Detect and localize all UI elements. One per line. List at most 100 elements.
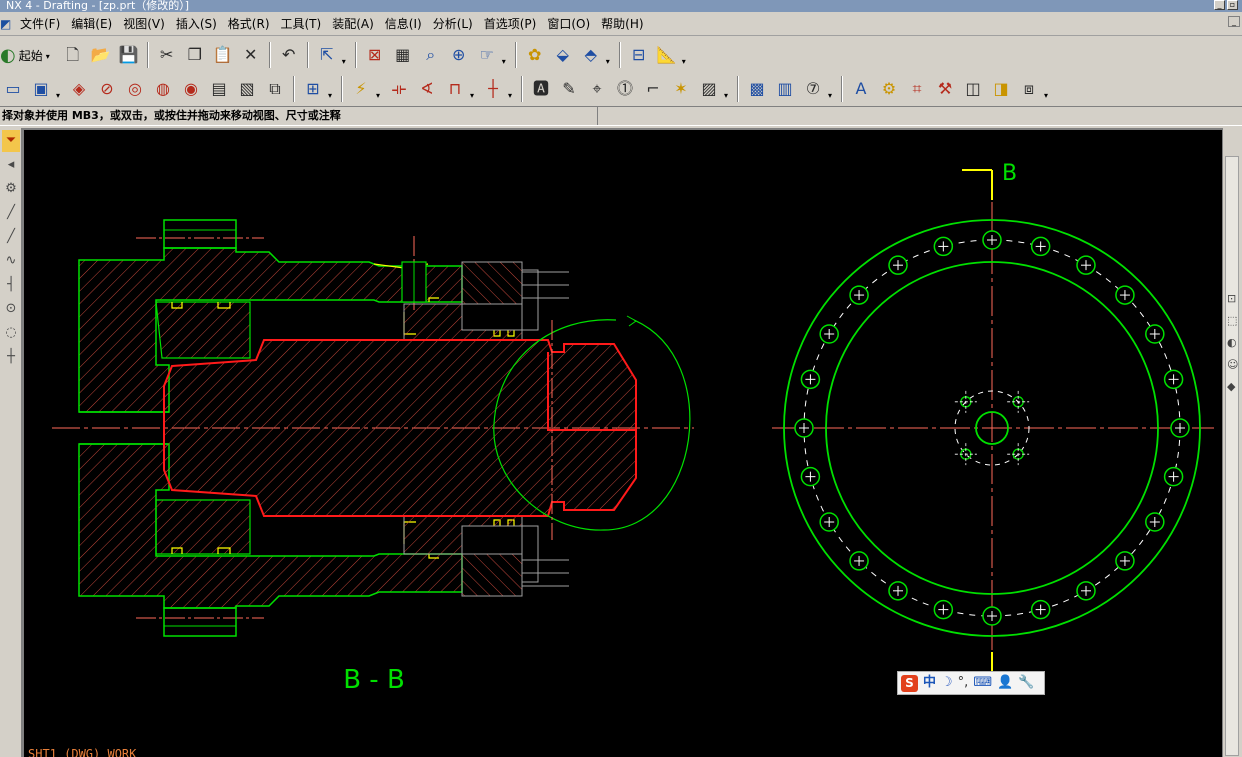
weld-symbol-icon[interactable]: ⌐ (640, 76, 666, 102)
text-style-icon[interactable]: A (848, 76, 874, 102)
menu-analysis[interactable]: 分析(L) (429, 13, 480, 35)
filter-tool-icon[interactable]: ⏷ (2, 130, 20, 152)
view-boundary-icon[interactable]: ⊞ (300, 76, 326, 102)
menu-tools[interactable]: 工具(T) (277, 13, 329, 35)
menu-file[interactable]: 文件(F) (16, 13, 67, 35)
chevron-down-icon[interactable]: ▾ (328, 91, 336, 100)
detail-view-icon[interactable]: ◎ (122, 76, 148, 102)
keyboard-icon[interactable]: ⌨ (973, 674, 992, 692)
menu-preferences[interactable]: 首选项(P) (480, 13, 544, 35)
menu-help[interactable]: 帮助(H) (597, 13, 650, 35)
parts-list-icon[interactable]: ⑦ (800, 76, 826, 102)
annotation-text-icon[interactable]: 🅰 (528, 76, 554, 102)
pan-icon[interactable]: ☞ (474, 42, 500, 68)
centerline-icon[interactable]: ┼ (480, 76, 506, 102)
ime-logo-icon[interactable]: S (901, 674, 918, 692)
roles-icon[interactable]: ⬚ (1227, 310, 1238, 332)
view-3d-icon[interactable]: ◫ (960, 76, 986, 102)
drawing-sheet[interactable]: B - B B (24, 130, 1222, 757)
auto-dimension-icon[interactable]: ⚡ (348, 76, 374, 102)
ime-punctuation-icon[interactable]: °, (958, 674, 969, 692)
menu-edit[interactable]: 编辑(E) (67, 13, 119, 35)
history-icon[interactable]: ⊡ (1227, 288, 1238, 310)
chevron-down-icon[interactable]: ▾ (508, 91, 516, 100)
minimize-icon[interactable]: _ (1214, 0, 1225, 10)
copy-icon[interactable]: ❐ (182, 42, 208, 68)
vertical-scrollbar[interactable] (1225, 156, 1239, 756)
menu-view[interactable]: 视图(V) (119, 13, 172, 35)
revolved-section-icon[interactable]: ▤ (206, 76, 232, 102)
layer-visibility-icon[interactable]: ⬘ (578, 42, 604, 68)
tabular-note-icon[interactable]: ▥ (772, 76, 798, 102)
zoom-in-out-icon[interactable]: ⊕ (446, 42, 472, 68)
cut-icon[interactable]: ✂ (154, 42, 180, 68)
color-palette-icon[interactable]: ✿ (522, 42, 548, 68)
point-tool-icon[interactable]: ┤ (2, 274, 20, 296)
break-view-icon[interactable]: ▧ (234, 76, 260, 102)
graphics-window[interactable]: B - B B SHT1 (DWG) WORK S 中 ☽ °, ⌨ 👤 🔧 (22, 128, 1222, 757)
chevron-down-icon[interactable]: ▾ (342, 57, 350, 66)
cross-tool-icon[interactable]: ┼ (2, 346, 20, 368)
line-tool-icon[interactable]: ╱ (2, 226, 20, 248)
arrow-left-icon[interactable]: ◂ (2, 154, 20, 176)
layer-settings-icon[interactable]: ⬙ (550, 42, 576, 68)
measure-angle-icon[interactable]: 📐 (654, 42, 680, 68)
selection-filter-icon[interactable]: ⇱ (314, 42, 340, 68)
arc-tool-icon[interactable]: ◌ (2, 322, 20, 344)
zoom-window-icon[interactable]: ▦ (390, 42, 416, 68)
angular-dim-icon[interactable]: ∢ (414, 76, 440, 102)
crosshatch-icon[interactable]: ▩ (744, 76, 770, 102)
ime-halfwidth-icon[interactable]: ☽ (941, 674, 953, 692)
doc-minimize-icon[interactable]: _ (1228, 16, 1240, 27)
chevron-down-icon[interactable]: ▾ (56, 91, 64, 100)
end-view-b[interactable]: B (772, 161, 1214, 672)
new-sheet-icon[interactable]: ▭ (0, 76, 26, 102)
chevron-down-icon[interactable]: ▾ (682, 57, 690, 66)
chevron-down-icon[interactable]: ▾ (828, 91, 836, 100)
nx-app-icon[interactable]: ◩ (0, 17, 14, 31)
display-sheet-icon[interactable]: ▣ (28, 76, 54, 102)
spline-tool-icon[interactable]: ∿ (2, 250, 20, 272)
chevron-down-icon[interactable]: ▾ (502, 57, 510, 66)
section-view-icon[interactable]: ◍ (150, 76, 176, 102)
half-section-icon[interactable]: ◉ (178, 76, 204, 102)
menu-window[interactable]: 窗口(O) (543, 13, 597, 35)
ime-toolbar[interactable]: S 中 ☽ °, ⌨ 👤 🔧 (897, 671, 1045, 695)
chevron-down-icon[interactable]: ▾ (470, 91, 478, 100)
menu-information[interactable]: 信息(I) (381, 13, 429, 35)
section-label[interactable]: B - B (343, 665, 405, 695)
web-icon[interactable]: ◐ (1227, 332, 1238, 354)
wrench-icon[interactable]: 🔧 (1018, 674, 1034, 692)
edit-annotation-icon[interactable]: ⚒ (932, 76, 958, 102)
user-icon[interactable]: 👤 (997, 674, 1013, 692)
new-file-icon[interactable]: 🗋 (60, 42, 86, 68)
circle-tool-icon[interactable]: ⊙ (2, 298, 20, 320)
edit-style-icon[interactable]: ⚙ (876, 76, 902, 102)
ime-language-toggle[interactable]: 中 (923, 674, 936, 692)
part-navigator-icon[interactable]: ⚙ (2, 178, 20, 200)
start-button[interactable]: ◐ 起始 ▾ (0, 43, 58, 67)
projected-view-icon[interactable]: ⊘ (94, 76, 120, 102)
measure-distance-icon[interactable]: ⊟ (626, 42, 652, 68)
update-view-icon[interactable]: ⧉ (262, 76, 288, 102)
chevron-down-icon[interactable]: ▾ (606, 57, 614, 66)
base-view-icon[interactable]: ◈ (66, 76, 92, 102)
image-icon[interactable]: ▨ (696, 76, 722, 102)
chevron-down-icon[interactable]: ▾ (376, 91, 384, 100)
line-tool-icon[interactable]: ╱ (2, 202, 20, 224)
datum-target-icon[interactable]: ⌖ (584, 76, 610, 102)
view-dependent-edit-icon[interactable]: ⧈ (1016, 76, 1042, 102)
menu-insert[interactable]: 插入(S) (172, 13, 224, 35)
section-view-bb[interactable] (52, 219, 694, 637)
horizontal-dim-icon[interactable]: ⟛ (386, 76, 412, 102)
zoom-icon[interactable]: ⌕ (418, 42, 444, 68)
fit-view-icon[interactable]: ⊠ (362, 42, 388, 68)
surface-finish-icon[interactable]: ✶ (668, 76, 694, 102)
arrow-icon[interactable]: ◆ (1227, 376, 1238, 398)
menu-assembly[interactable]: 装配(A) (328, 13, 381, 35)
solid-view-icon[interactable]: ◨ (988, 76, 1014, 102)
origin-tool-icon[interactable]: ⌗ (904, 76, 930, 102)
chevron-down-icon[interactable]: ▾ (724, 91, 732, 100)
undo-icon[interactable]: ↶ (276, 42, 302, 68)
menu-format[interactable]: 格式(R) (224, 13, 277, 35)
